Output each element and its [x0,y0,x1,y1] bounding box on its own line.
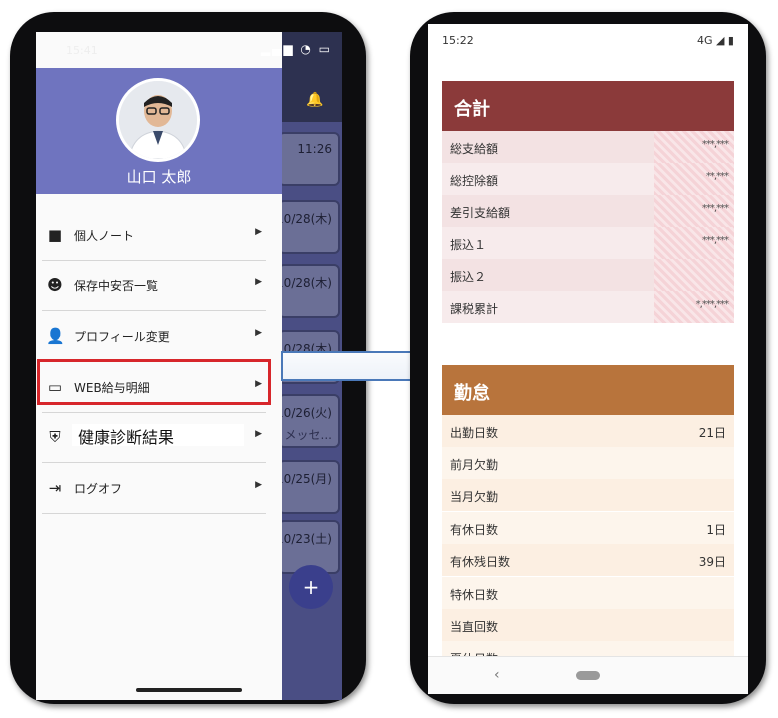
chevron-right-icon: ▶ [255,328,262,338]
background-list-item: 10/25(月) [276,460,340,514]
table-row: 振込１ ***,*** [442,227,734,259]
redacted-value: ***,*** [654,195,734,227]
redacted-value: ***,*** [654,131,734,163]
item-date: 10/25(月) [276,472,332,486]
row-label: 差引支給額 [450,206,511,220]
item-date: 11:26 [297,142,332,156]
menu-item-health-check[interactable]: ⛨ 健康診断結果 ▶ [42,412,266,463]
redacted-value: ***,*** [654,227,734,259]
table-row: 有休日数 1日 [442,512,734,544]
item-date: 10/26(火) [276,406,332,420]
system-nav-bar: ‹ [428,656,748,694]
table-row: 差引支給額 ***,*** [442,195,734,227]
row-label: 総控除額 [450,174,499,188]
row-label: 当直回数 [450,620,499,634]
background-list-item: 10/28(木) [276,200,340,254]
redacted-value [654,259,734,291]
chevron-right-icon: ▶ [255,429,262,439]
row-label: 出勤日数 [450,426,499,440]
item-preview: メッセ... [284,428,332,442]
signal-wifi-battery-icon: ▂▄▆ ◔ ▭ [260,42,332,56]
right-phone-frame: 15:22 4G ◢ ▮ 合計 総支給額 ***,*** 総控除額 **,***… [410,12,766,704]
bell-icon[interactable]: 🔔 [306,92,323,108]
row-label: 振込１ [450,238,487,252]
row-label: 当月欠勤 [450,490,499,504]
chevron-right-icon: ▶ [255,480,262,490]
menu-item-logoff[interactable]: ⇥ ログオフ ▶ [42,463,266,514]
avatar [116,78,200,162]
table-row: 総控除額 **,*** [442,163,734,195]
table-row: 振込２ [442,259,734,291]
row-value: ***,*** [701,235,729,246]
home-indicator [136,688,242,692]
row-value: 21日 [698,426,726,440]
user-name: 山口 太郎 [126,168,192,186]
item-date: 10/28(木) [276,276,332,290]
table-row: 当月欠勤 [442,479,734,511]
menu-item-personal-note[interactable]: ■ 個人ノート ▶ [42,210,266,261]
menu-item-label: 個人ノート [74,229,135,243]
row-value: **,*** [705,171,729,182]
section-header-attendance: 勤怠 [442,365,734,415]
doctor-avatar-icon [119,81,197,159]
menu-item-label: 健康診断結果 [72,424,244,447]
row-label: 有休残日数 [450,555,511,569]
row-value: ***,*** [701,139,729,150]
drawer-header: 山口 太郎 [36,68,282,194]
menu-item-label: プロフィール変更 [74,330,170,344]
row-label: 課税累計 [450,302,499,316]
row-value: ***,*** [701,203,729,214]
navigation-drawer: 山口 太郎 15:41 ▂▄▆ ◔ ▭ ■ 個人ノート ▶ ☻ 保存中安否一覧 … [36,32,330,700]
chevron-right-icon: ▶ [255,227,262,237]
notebook-icon: ■ [47,226,63,244]
item-date: 10/28(木) [276,212,332,226]
table-row: 課税累計 *,***,*** [442,291,734,323]
section-header-total: 合計 [442,81,734,131]
table-row: 特休日数 [442,577,734,609]
menu-item-safety-list[interactable]: ☻ 保存中安否一覧 ▶ [42,260,266,311]
row-value: *,***,*** [695,299,729,310]
row-value: 39日 [698,555,726,569]
signal-battery-icon: 4G ◢ ▮ [696,34,734,47]
status-bar: 15:22 4G ◢ ▮ [428,24,748,54]
add-user-fab-icon[interactable]: + [289,565,333,609]
section-title: 合計 [454,99,490,120]
network-type: 4G [696,34,713,47]
table-row: 有休残日数 39日 [442,544,734,576]
row-label: 有休日数 [450,523,499,537]
redacted-value: *,***,*** [654,291,734,323]
background-list-item: 10/28(木) [276,264,340,318]
home-button-icon[interactable] [576,671,600,680]
logout-icon: ⇥ [48,479,62,497]
chevron-right-icon: ▶ [255,277,262,287]
person-icon: 👤 [46,327,65,345]
background-list-item: 10/26(火) メッセ... [276,394,340,448]
row-label: 振込２ [450,270,487,284]
menu-item-label: 保存中安否一覧 [74,279,159,293]
row-label: 総支給額 [450,142,499,156]
table-row: 総支給額 ***,*** [442,131,734,163]
section-title: 勤怠 [454,383,490,404]
background-list-item: 11:26 [278,132,340,186]
shield-icon: ⛨ [49,428,61,446]
status-bar: 15:41 ▂▄▆ ◔ ▭ [36,32,342,68]
menu-item-profile[interactable]: 👤 プロフィール変更 ▶ [42,311,266,362]
row-label: 前月欠勤 [450,458,499,472]
table-row: 前月欠勤 [442,447,734,479]
table-row: 出勤日数 21日 [442,415,734,447]
highlight-box [37,359,271,405]
item-date: 10/23(土) [276,532,332,546]
status-time: 15:41 [66,44,98,57]
status-time: 15:22 [442,34,474,47]
right-phone-screen: 15:22 4G ◢ ▮ 合計 総支給額 ***,*** 総控除額 **,***… [428,24,748,694]
face-icon: ☻ [47,276,63,294]
menu-item-label: ログオフ [74,482,123,496]
table-row: 当直回数 [442,609,734,641]
row-label: 特休日数 [450,588,499,602]
row-value: 1日 [706,523,726,537]
back-icon[interactable]: ‹ [494,667,500,683]
redacted-value: **,*** [654,163,734,195]
